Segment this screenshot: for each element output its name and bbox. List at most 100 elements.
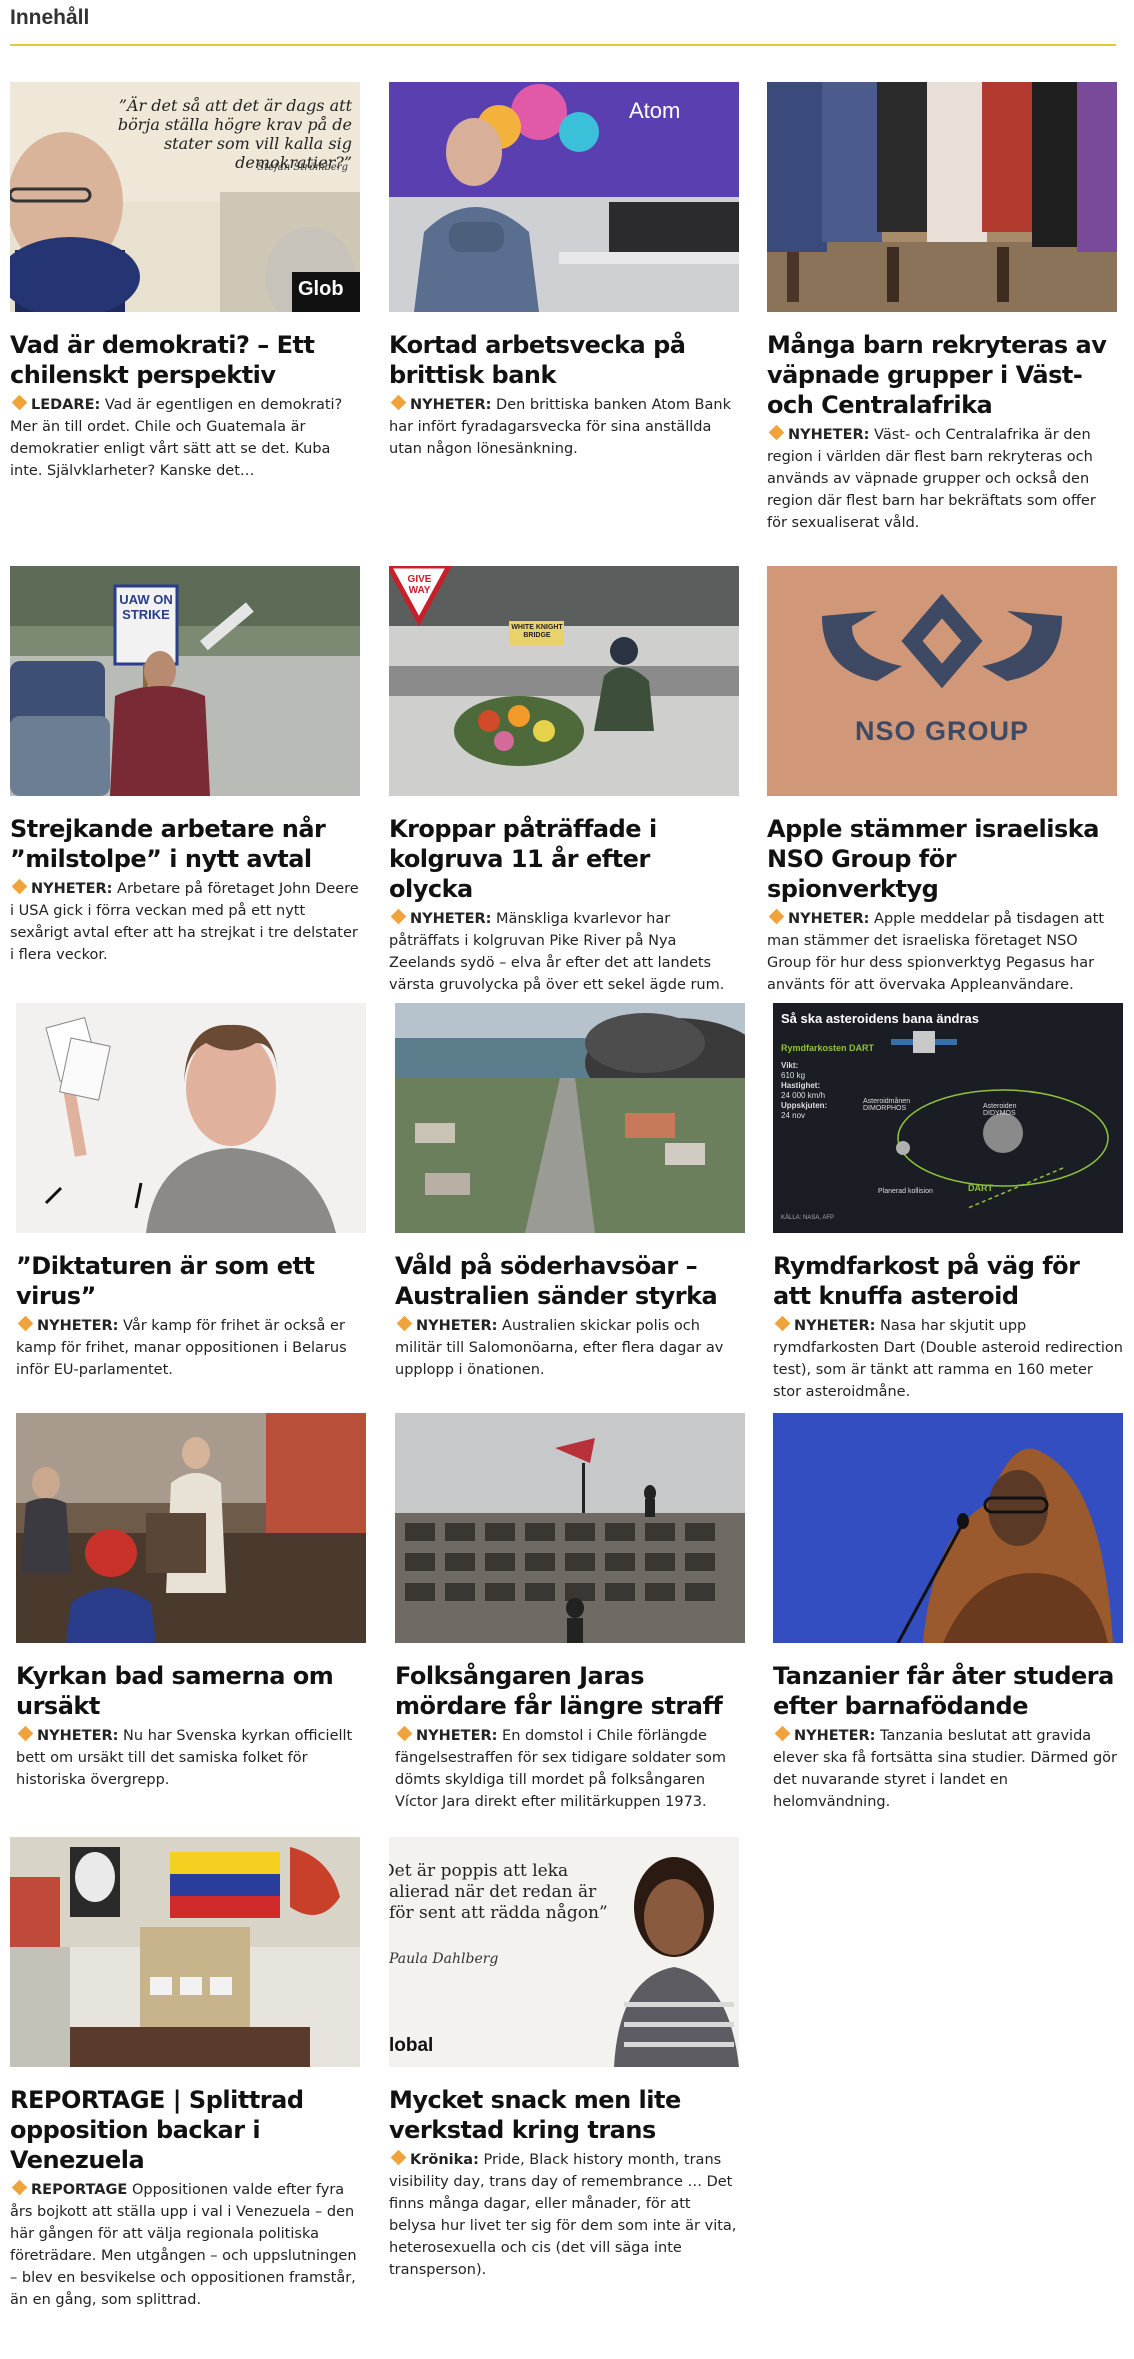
- article-excerpt: LEDARE: Vad är egentligen en demokrati? …: [10, 394, 360, 482]
- article-title[interactable]: Vad är demokrati? – Ett chilenskt perspe…: [10, 330, 360, 390]
- article-kicker: NYHETER:: [37, 1318, 119, 1334]
- weight-label: Vikt:: [781, 1061, 799, 1070]
- image-byline: Stefan Strömberg: [257, 162, 348, 173]
- article-card[interactable]: Atom Kortad arbetsvecka på brittisk bank…: [389, 82, 739, 460]
- article-image[interactable]: [395, 1003, 745, 1233]
- article-kicker: Krönika:: [410, 2152, 479, 2168]
- article-image[interactable]: NSO GROUP: [767, 566, 1117, 796]
- diamond-icon: [774, 1315, 791, 1332]
- source-label: KÄLLA: NASA, AFP: [781, 1215, 835, 1221]
- article-excerpt: NYHETER: Väst- och Centralafrika är den …: [767, 424, 1117, 534]
- moon-label: Asteroidmånen DIMORPHOS: [863, 1098, 911, 1112]
- article-text: Oppositionen valde efter fyra års bojkot…: [10, 2182, 357, 2308]
- article-image[interactable]: GIVE WAY WHITE KNIGHT BRIDGE: [389, 566, 739, 796]
- article-card[interactable]: Folksångaren Jaras mördare får längre st…: [395, 1413, 745, 1813]
- article-title[interactable]: Kortad arbetsvecka på brittisk bank: [389, 330, 739, 390]
- article-excerpt: Krönika: Pride, Black history month, tra…: [389, 2149, 739, 2281]
- diamond-icon: [774, 1725, 791, 1742]
- give-way-sign: GIVE WAY: [407, 574, 432, 596]
- diamond-icon: [396, 1725, 413, 1742]
- diamond-icon: [390, 2149, 407, 2166]
- bridge-sign: WHITE KNIGHT BRIDGE: [511, 624, 563, 639]
- article-excerpt: NYHETER: En domstol i Chile förlängde fä…: [395, 1725, 745, 1813]
- article-title[interactable]: Mycket snack men lite verkstad kring tra…: [389, 2085, 739, 2145]
- diamond-icon: [17, 1315, 34, 1332]
- article-kicker: REPORTAGE: [31, 2182, 128, 2198]
- article-excerpt: NYHETER: Den brittiska banken Atom Bank …: [389, 394, 739, 460]
- diamond-icon: [396, 1315, 413, 1332]
- article-image[interactable]: [10, 1837, 360, 2067]
- logo: Glob: [298, 278, 344, 300]
- diamond-icon: [390, 394, 407, 411]
- article-excerpt: NYHETER: Vår kamp för frihet är också er…: [16, 1315, 366, 1381]
- article-kicker: NYHETER:: [410, 911, 492, 927]
- page-title: Innehåll: [10, 6, 90, 29]
- image-byline: Paula Dahlberg: [389, 1951, 499, 1967]
- article-kicker: NYHETER:: [794, 1318, 876, 1334]
- article-title[interactable]: REPORTAGE | Splittrad opposition backar …: [10, 2085, 360, 2175]
- article-kicker: NYHETER:: [794, 1728, 876, 1744]
- image-quote: ”Är det så att det är dags att börja stä…: [117, 96, 352, 172]
- article-image[interactable]: Det är poppis att leka alierad när det r…: [389, 1837, 739, 2067]
- article-image[interactable]: Så ska asteroidens bana ändras Rymdfarko…: [773, 1003, 1123, 1233]
- article-image[interactable]: [395, 1413, 745, 1643]
- page-header: Innehåll: [10, 0, 1116, 46]
- article-card[interactable]: Det är poppis att leka alierad när det r…: [389, 1837, 739, 2281]
- collision-label: Planerad kollision: [878, 1188, 933, 1195]
- article-title[interactable]: Apple stämmer israeliska NSO Group för s…: [767, 814, 1117, 904]
- article-card[interactable]: GIVE WAY WHITE KNIGHT BRIDGE Kroppar påt…: [389, 566, 739, 996]
- article-card[interactable]: ”Är det så att det är dags att börja stä…: [10, 82, 360, 482]
- article-excerpt: NYHETER: Mänskliga kvarlevor har påträff…: [389, 908, 739, 996]
- article-title[interactable]: Strejkande arbetare når ”milstolpe” i ny…: [10, 814, 360, 874]
- article-card[interactable]: NSO GROUP Apple stämmer israeliska NSO G…: [767, 566, 1117, 996]
- article-excerpt: NYHETER: Nasa har skjutit upp rymdfarkos…: [773, 1315, 1123, 1403]
- launch-label: Uppskjuten:: [781, 1101, 828, 1110]
- article-excerpt: NYHETER: Nu har Svenska kyrkan officiell…: [16, 1725, 366, 1791]
- diamond-icon: [11, 878, 28, 895]
- graphic-heading: Så ska asteroidens bana ändras: [781, 1011, 979, 1026]
- article-card[interactable]: Tanzanier får åter studera efter barnafö…: [773, 1413, 1123, 1813]
- article-image[interactable]: [773, 1413, 1123, 1643]
- article-title[interactable]: Kyrkan bad samerna om ursäkt: [16, 1661, 366, 1721]
- article-title[interactable]: ”Diktaturen är som ett virus”: [16, 1251, 366, 1311]
- speed-value: 24 000 km/h: [781, 1091, 826, 1100]
- article-card[interactable]: ”Diktaturen är som ett virus” NYHETER: V…: [16, 1003, 366, 1381]
- article-image[interactable]: UAW ON STRIKE: [10, 566, 360, 796]
- article-title[interactable]: Tanzanier får åter studera efter barnafö…: [773, 1661, 1123, 1721]
- article-excerpt: NYHETER: Australien skickar polis och mi…: [395, 1315, 745, 1381]
- article-card[interactable]: Många barn rekryteras av väpnade grupper…: [767, 82, 1117, 534]
- article-image[interactable]: ”Är det så att det är dags att börja stä…: [10, 82, 360, 312]
- image-quote: Det är poppis att leka alierad när det r…: [389, 1861, 608, 1923]
- article-kicker: NYHETER:: [416, 1728, 498, 1744]
- asteroid-label: Asteroiden DIDYMOS: [983, 1103, 1017, 1117]
- article-card[interactable]: REPORTAGE | Splittrad opposition backar …: [10, 1837, 360, 2311]
- nso-sign: NSO GROUP: [854, 716, 1030, 746]
- sign-text: Atom: [629, 98, 681, 123]
- strike-sign: UAW ON STRIKE: [119, 592, 173, 622]
- diamond-icon: [11, 394, 28, 411]
- article-title[interactable]: Många barn rekryteras av väpnade grupper…: [767, 330, 1117, 420]
- article-card[interactable]: Kyrkan bad samerna om ursäkt NYHETER: Nu…: [16, 1413, 366, 1791]
- article-kicker: NYHETER:: [410, 397, 492, 413]
- article-kicker: NYHETER:: [416, 1318, 498, 1334]
- article-title[interactable]: Våld på söderhavsöar – Australien sänder…: [395, 1251, 745, 1311]
- article-excerpt: NYHETER: Arbetare på företaget John Deer…: [10, 878, 360, 966]
- graphic-label: Rymdfarkosten DART: [781, 1043, 875, 1053]
- article-image[interactable]: [16, 1003, 366, 1233]
- article-image[interactable]: [767, 82, 1117, 312]
- article-card[interactable]: Så ska asteroidens bana ändras Rymdfarko…: [773, 1003, 1123, 1403]
- article-kicker: LEDARE:: [31, 397, 101, 413]
- article-card[interactable]: Våld på söderhavsöar – Australien sänder…: [395, 1003, 745, 1381]
- diamond-icon: [768, 424, 785, 441]
- diamond-icon: [390, 908, 407, 925]
- article-title[interactable]: Rymdfarkost på väg för att knuffa astero…: [773, 1251, 1123, 1311]
- article-card[interactable]: UAW ON STRIKE Strejkande arbetare når ”m…: [10, 566, 360, 966]
- launch-value: 24 nov: [781, 1111, 806, 1120]
- graphic-label: Vikt: 610 kg Hastighet: 24 000 km/h Upps…: [781, 1061, 827, 1121]
- article-image[interactable]: [16, 1413, 366, 1643]
- article-title[interactable]: Folksångaren Jaras mördare får längre st…: [395, 1661, 745, 1721]
- article-title[interactable]: Kroppar påträffade i kolgruva 11 år efte…: [389, 814, 739, 904]
- article-image[interactable]: Atom: [389, 82, 739, 312]
- logo: lobal: [389, 2035, 434, 2056]
- article-excerpt: NYHETER: Apple meddelar på tisdagen att …: [767, 908, 1117, 996]
